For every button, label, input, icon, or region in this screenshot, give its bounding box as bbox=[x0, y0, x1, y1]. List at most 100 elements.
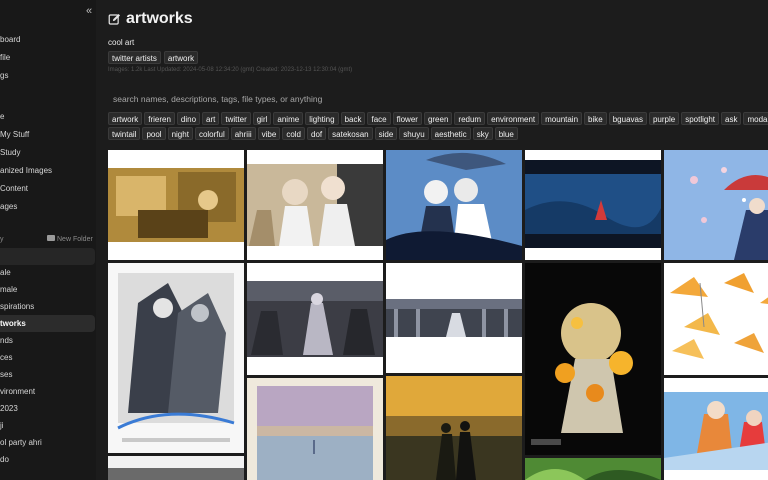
image-tile[interactable] bbox=[108, 150, 244, 260]
sidebar: « board file gs e My Stuff Study anized … bbox=[0, 0, 96, 480]
search-input[interactable] bbox=[108, 90, 763, 108]
filter-tag[interactable]: twintail bbox=[108, 127, 141, 140]
filter-tag[interactable]: modare bbox=[743, 112, 768, 125]
filter-tag[interactable]: art bbox=[202, 112, 220, 125]
folder-item-inspirations[interactable]: spirations bbox=[0, 298, 95, 315]
artwork-thumbnail bbox=[247, 263, 383, 375]
image-tile[interactable] bbox=[108, 263, 244, 453]
filter-tag[interactable]: pool bbox=[142, 127, 166, 140]
collection-tag[interactable]: twitter artists bbox=[108, 51, 161, 64]
filter-tag[interactable]: blue bbox=[494, 127, 518, 140]
filter-tag[interactable]: satekosan bbox=[328, 127, 373, 140]
filter-tag[interactable]: redum bbox=[454, 112, 486, 125]
filter-tag[interactable]: dof bbox=[307, 127, 327, 140]
folder-item-pool-party-ahri[interactable]: ol party ahri bbox=[0, 434, 95, 451]
filter-tag[interactable]: bguavas bbox=[608, 112, 647, 125]
filter-tag[interactable]: ask bbox=[721, 112, 742, 125]
sidebar-item-home[interactable]: e bbox=[0, 108, 95, 125]
sidebar-item-dashboard[interactable]: board bbox=[0, 31, 95, 48]
filter-tag[interactable]: purple bbox=[648, 112, 680, 125]
folder-item-2023[interactable]: 2023 bbox=[0, 400, 95, 417]
folder-item-female-1[interactable]: ale bbox=[0, 264, 95, 281]
artwork-thumbnail bbox=[386, 376, 522, 480]
image-tile[interactable] bbox=[664, 378, 768, 480]
filter-tag[interactable]: lighting bbox=[305, 112, 339, 125]
main-content: artworks cool art twitter artists artwor… bbox=[96, 0, 768, 480]
filter-tag[interactable]: dino bbox=[176, 112, 201, 125]
artwork-thumbnail bbox=[525, 263, 661, 455]
filter-tag[interactable]: frieren bbox=[144, 112, 175, 125]
edit-icon[interactable] bbox=[108, 13, 121, 26]
filter-tag[interactable]: aesthetic bbox=[430, 127, 471, 140]
sidebar-item-study[interactable]: Study bbox=[0, 144, 95, 161]
filter-tag[interactable]: flower bbox=[392, 112, 422, 125]
filter-tag[interactable]: face bbox=[367, 112, 391, 125]
filter-tag[interactable]: night bbox=[167, 127, 193, 140]
filter-tag[interactable]: environment bbox=[487, 112, 540, 125]
artwork-thumbnail bbox=[525, 458, 661, 480]
artwork-thumbnail bbox=[108, 150, 244, 260]
folder-item-faces[interactable]: ces bbox=[0, 349, 95, 366]
page-title: artworks bbox=[108, 8, 193, 30]
image-tile[interactable] bbox=[247, 378, 383, 480]
sidebar-item-my-stuff[interactable]: My Stuff bbox=[0, 126, 95, 143]
filter-tag[interactable]: vibe bbox=[257, 127, 281, 140]
filter-tag[interactable]: anime bbox=[273, 112, 304, 125]
sidebar-item-settings[interactable]: gs bbox=[0, 67, 95, 84]
image-grid bbox=[108, 150, 768, 480]
filter-tag[interactable]: girl bbox=[252, 112, 272, 125]
sidebar-item-images[interactable]: ages bbox=[0, 198, 95, 215]
artwork-thumbnail bbox=[386, 150, 522, 260]
collection-title: artworks bbox=[126, 10, 193, 27]
folder-item-selected[interactable] bbox=[0, 248, 95, 265]
artwork-thumbnail bbox=[247, 378, 383, 480]
sidebar-item-profile[interactable]: file bbox=[0, 49, 95, 66]
image-tile[interactable] bbox=[525, 150, 661, 260]
artwork-thumbnail bbox=[108, 456, 244, 480]
folder-item-hands[interactable]: nds bbox=[0, 332, 95, 349]
filter-tag[interactable]: cold bbox=[282, 127, 306, 140]
image-tile[interactable] bbox=[247, 263, 383, 375]
collection-tag[interactable]: artwork bbox=[163, 51, 199, 64]
sidebar-item-content[interactable]: Content bbox=[0, 180, 95, 197]
image-tile[interactable] bbox=[108, 456, 244, 480]
filter-tag[interactable]: sky bbox=[472, 127, 493, 140]
collapse-sidebar-icon[interactable]: « bbox=[83, 4, 95, 18]
image-tile[interactable] bbox=[664, 263, 768, 375]
folder-item-artworks[interactable]: tworks bbox=[0, 315, 95, 332]
filter-tag[interactable]: side bbox=[374, 127, 398, 140]
filter-tag[interactable]: mountain bbox=[541, 112, 583, 125]
image-tile[interactable] bbox=[247, 150, 383, 260]
folder-item-ji[interactable]: ji bbox=[0, 417, 95, 434]
sidebar-item-organized-images[interactable]: anized Images bbox=[0, 162, 95, 179]
folder-item-poses[interactable]: ses bbox=[0, 366, 95, 383]
folders-header: y New Folder bbox=[0, 235, 95, 245]
image-tile[interactable] bbox=[525, 458, 661, 480]
filter-tag[interactable]: green bbox=[423, 112, 453, 125]
image-tile[interactable] bbox=[386, 150, 522, 260]
image-tile[interactable] bbox=[525, 263, 661, 455]
collection-meta: Images: 1.2k Last Updated: 2024-05-08 12… bbox=[108, 67, 353, 73]
filter-tag[interactable]: bike bbox=[584, 112, 607, 125]
filter-tag[interactable]: spotlight bbox=[681, 112, 720, 125]
filter-tags-row-1: artwork frieren dino art twitter girl anime lig… bbox=[108, 112, 768, 125]
filter-tag[interactable]: back bbox=[340, 112, 366, 125]
folder-item-environment[interactable]: vironment bbox=[0, 383, 95, 400]
new-folder-button[interactable]: New Folder bbox=[47, 235, 93, 245]
filter-tag[interactable]: artwork bbox=[108, 112, 143, 125]
collection-tags: twitter artists artwork bbox=[108, 51, 199, 64]
image-tile[interactable] bbox=[386, 263, 522, 373]
collection-description: cool art bbox=[108, 38, 135, 47]
artwork-thumbnail bbox=[525, 150, 661, 260]
artwork-thumbnail bbox=[247, 150, 383, 260]
filter-tag[interactable]: shuyu bbox=[399, 127, 429, 140]
filter-tag[interactable]: ahriii bbox=[230, 127, 256, 140]
new-folder-label: New Folder bbox=[57, 236, 93, 243]
artwork-thumbnail bbox=[664, 150, 768, 260]
folder-item-female-2[interactable]: male bbox=[0, 281, 95, 298]
image-tile[interactable] bbox=[664, 150, 768, 260]
folder-item-do[interactable]: do bbox=[0, 451, 95, 468]
image-tile[interactable] bbox=[386, 376, 522, 480]
filter-tag[interactable]: twitter bbox=[221, 112, 251, 125]
filter-tag[interactable]: colorful bbox=[194, 127, 229, 140]
